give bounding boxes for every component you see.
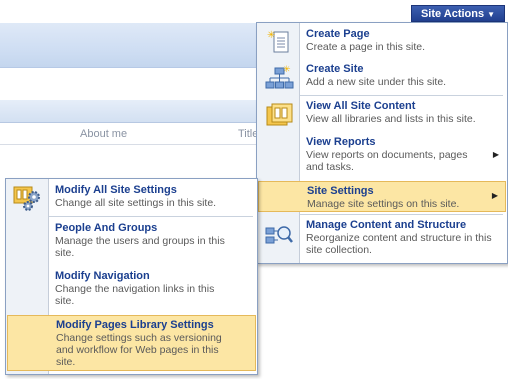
menu-item-desc: Create a page in this site. — [306, 41, 426, 53]
page-icon: ✳ — [267, 30, 289, 53]
menu-item-modify-pages-library-settings[interactable]: Modify Pages Library Settings Change set… — [7, 315, 256, 371]
menu-item-title: Modify All Site Settings — [55, 184, 177, 196]
page-nav-band — [0, 100, 270, 123]
page-tab-row — [0, 124, 270, 145]
menu-item-desc: View all libraries and lists in this sit… — [306, 113, 476, 125]
site-actions-button[interactable]: Site Actions ▼ — [411, 5, 505, 22]
svg-text:✳: ✳ — [283, 64, 291, 74]
menu-item-title: View Reports — [306, 136, 376, 148]
menu-item-title: Create Page — [306, 28, 370, 40]
menu-item-title: Create Site — [306, 63, 364, 75]
menu-item-view-all-site-content[interactable]: View All Site Content View all libraries… — [258, 97, 506, 131]
menu-item-modify-all-site-settings[interactable]: Modify All Site Settings Change all site… — [7, 181, 256, 215]
submenu-arrow-icon: ▶ — [492, 150, 499, 159]
menu-item-title: View All Site Content — [306, 100, 416, 112]
content-structure-icon — [265, 226, 293, 244]
chevron-down-icon: ▼ — [487, 10, 496, 19]
menu-item-desc: Manage site settings on this site. — [307, 198, 460, 210]
menu-item-site-settings[interactable]: Site Settings Manage site settings on th… — [258, 181, 506, 212]
site-content-icon — [266, 103, 293, 126]
menu-item-desc: View reports on documents, pages and tas… — [306, 149, 468, 173]
menu-item-desc: Reorganize content and structure in this… — [306, 232, 492, 256]
menu-item-desc: Add a new site under this site. — [306, 76, 447, 88]
menu-item-desc: Change all site settings in this site. — [55, 197, 217, 209]
menu-separator — [300, 95, 503, 96]
menu-item-people-and-groups[interactable]: People And Groups Manage the users and g… — [7, 219, 256, 265]
menu-item-manage-content-and-structure[interactable]: Manage Content and Structure Reorganize … — [258, 216, 506, 260]
settings-gears-icon — [13, 186, 40, 211]
site-hierarchy-icon: ✳ — [265, 64, 294, 89]
menu-item-desc: Manage the users and groups in this site… — [55, 235, 225, 259]
site-settings-submenu: Modify All Site Settings Change all site… — [5, 178, 258, 375]
svg-text:✳: ✳ — [267, 30, 275, 41]
site-actions-label: Site Actions — [420, 8, 485, 20]
submenu-arrow-icon: ▶ — [491, 191, 498, 200]
tab-about-me[interactable]: About me — [80, 128, 127, 140]
menu-item-desc: Change the navigation links in this site… — [55, 283, 215, 307]
menu-item-title: Site Settings — [307, 185, 374, 197]
menu-item-title: Modify Navigation — [55, 270, 150, 282]
menu-item-create-page[interactable]: ✳ Create Page Create a page in this site… — [258, 25, 506, 59]
menu-item-title: People And Groups — [55, 222, 158, 234]
menu-item-title: Manage Content and Structure — [306, 219, 467, 231]
menu-item-view-reports[interactable]: View Reports View reports on documents, … — [258, 133, 506, 181]
menu-separator — [300, 214, 503, 215]
site-actions-menu: ✳ Create Page Create a page in this site… — [256, 22, 508, 264]
page-banner — [0, 23, 270, 68]
menu-item-modify-navigation[interactable]: Modify Navigation Change the navigation … — [7, 267, 256, 313]
page-white-band — [0, 70, 270, 96]
menu-separator — [49, 216, 253, 217]
menu-item-title: Modify Pages Library Settings — [56, 319, 214, 331]
menu-item-desc: Change settings such as versioning and w… — [56, 332, 222, 368]
menu-item-create-site[interactable]: ✳ Create Site Add a new site under this … — [258, 60, 506, 94]
